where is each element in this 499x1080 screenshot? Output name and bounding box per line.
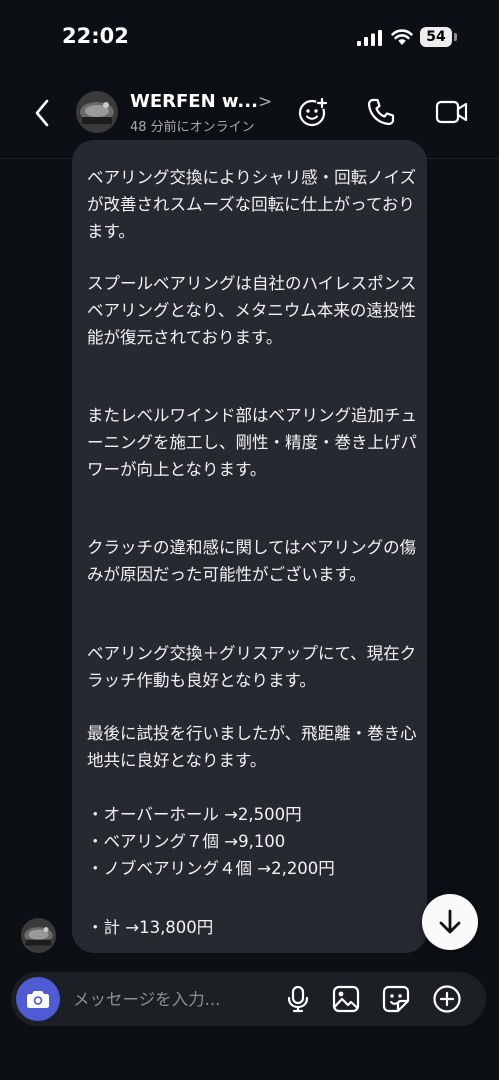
voice-call-button[interactable] xyxy=(363,94,399,130)
price-breakdown: ・オーバーホール →2,500円 ・ベアリング７個 →9,100 ・ノブベアリン… xyxy=(87,805,335,878)
camera-button[interactable] xyxy=(16,977,60,1021)
message-paragraph: ベアリング交換＋グリスアップにて、現在クラッチ作動も良好となります。 xyxy=(87,644,417,690)
contact-avatar[interactable] xyxy=(76,91,118,133)
camera-icon xyxy=(27,991,49,1008)
plus-circle-icon xyxy=(433,985,461,1013)
back-button[interactable] xyxy=(22,93,62,133)
sticker-button[interactable] xyxy=(380,983,412,1015)
video-camera-icon xyxy=(435,100,468,124)
contact-name[interactable]: WERFEN w... xyxy=(130,91,258,112)
effects-button[interactable] xyxy=(295,94,331,130)
message-paragraph: クラッチの違和感に関してはベアリングの傷みが原因だった可能性がございます。 xyxy=(87,538,417,584)
microphone-icon xyxy=(287,985,309,1013)
sticker-effects-icon xyxy=(298,97,328,127)
avatar-logo-image xyxy=(21,918,56,953)
gallery-button[interactable] xyxy=(330,983,362,1015)
wifi-icon xyxy=(391,29,413,45)
more-options-button[interactable] xyxy=(431,983,463,1015)
sticker-icon xyxy=(382,985,410,1013)
online-status: 48 分前にオンライン xyxy=(130,120,255,135)
scroll-to-bottom-button[interactable] xyxy=(422,894,478,950)
message-composer xyxy=(11,972,486,1026)
status-time: 22:02 xyxy=(62,24,129,48)
voice-message-button[interactable] xyxy=(282,983,314,1015)
message-paragraph: またレベルワインド部はベアリング追加チューニングを施工し、剛性・精度・巻き上げパ… xyxy=(87,406,417,479)
arrow-down-icon xyxy=(439,909,461,934)
chevron-right-icon[interactable]: > xyxy=(258,92,272,112)
avatar-logo-image xyxy=(76,91,118,133)
price-total: ・計 →13,800円 xyxy=(87,918,214,937)
message-paragraph: 最後に試投を行いましたが、飛距離・巻き心地共に良好となります。 xyxy=(87,724,417,770)
chevron-left-icon xyxy=(35,99,49,127)
message-bubble[interactable]: ベアリング交換によりシャリ感・回転ノイズが改善されスムーズな回転に仕上がっており… xyxy=(72,140,427,953)
image-gallery-icon xyxy=(332,985,360,1013)
cellular-signal-icon xyxy=(357,30,382,46)
message-paragraph: スプールベアリングは自社のハイレスポンスベアリングとなり、メタニウム本来の遠投性… xyxy=(87,274,417,347)
phone-icon xyxy=(367,98,395,126)
battery-indicator: 54 xyxy=(420,27,458,47)
message-paragraph: ベアリング交換によりシャリ感・回転ノイズが改善されスムーズな回転に仕上がっており… xyxy=(87,168,417,241)
battery-cap xyxy=(454,33,457,41)
message-input[interactable] xyxy=(73,972,273,1026)
battery-level: 54 xyxy=(420,27,452,47)
sender-avatar[interactable] xyxy=(21,918,56,953)
video-call-button[interactable] xyxy=(434,94,470,130)
status-bar: 22:02 54 xyxy=(0,0,499,75)
